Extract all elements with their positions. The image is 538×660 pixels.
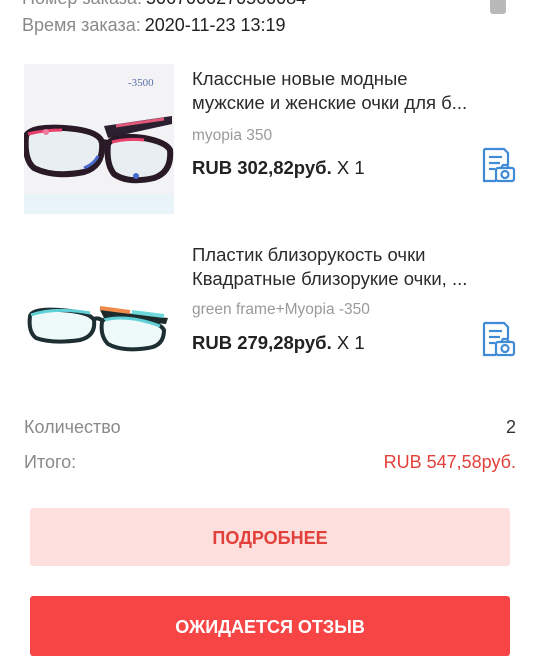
product-quantity: X 1	[336, 157, 365, 178]
product-price: RUB 302,82руб.	[192, 157, 332, 178]
review-photo-icon[interactable]	[478, 145, 518, 185]
order-time-label: Время заказа:	[22, 15, 141, 35]
product-title-line1[interactable]: Пластик близорукость очки	[192, 243, 512, 267]
product-price-line: RUB 279,28руб. X 1	[192, 332, 365, 354]
details-button[interactable]: ПОДРОБНЕЕ	[30, 508, 510, 566]
awaiting-review-button[interactable]: ОЖИДАЕТСЯ ОТЗЫВ	[30, 596, 510, 656]
order-number-value: 5067000270560084	[146, 0, 306, 8]
order-number-label: Номер заказа:	[22, 0, 142, 8]
review-photo-icon[interactable]	[478, 319, 518, 359]
product-title-line2[interactable]: мужские и женские очки для б...	[192, 91, 512, 115]
product-variant: green frame+Myopia -350	[192, 301, 370, 318]
scrollbar-thumb[interactable]	[490, 0, 506, 14]
product-price-line: RUB 302,82руб. X 1	[192, 157, 365, 179]
total-summary-row: Итого: RUB 547,58руб.	[24, 452, 516, 473]
product-quantity: X 1	[336, 332, 365, 353]
product-title-line1[interactable]: Классные новые модные	[192, 67, 512, 91]
order-time-value: 2020-11-23 13:19	[144, 15, 286, 35]
thumb-diopter-label: -3500	[128, 77, 154, 89]
product-price: RUB 279,28руб.	[192, 332, 332, 353]
product-title-line2[interactable]: Квадратные близорукие очки, ...	[192, 267, 512, 291]
product-variant: myopia 350	[192, 127, 273, 144]
quantity-summary-row: Количество 2	[24, 417, 516, 438]
product-thumbnail[interactable]	[24, 240, 174, 390]
total-value: RUB 547,58руб.	[383, 452, 516, 472]
order-number-row: Номер заказа: 5067000270560084	[22, 0, 306, 9]
product-thumbnail[interactable]: -3500	[24, 64, 174, 214]
quantity-label: Количество	[24, 417, 121, 437]
quantity-value: 2	[505, 417, 516, 437]
order-time-row: Время заказа: 2020-11-23 13:19	[22, 15, 286, 36]
total-label: Итого:	[24, 452, 77, 472]
